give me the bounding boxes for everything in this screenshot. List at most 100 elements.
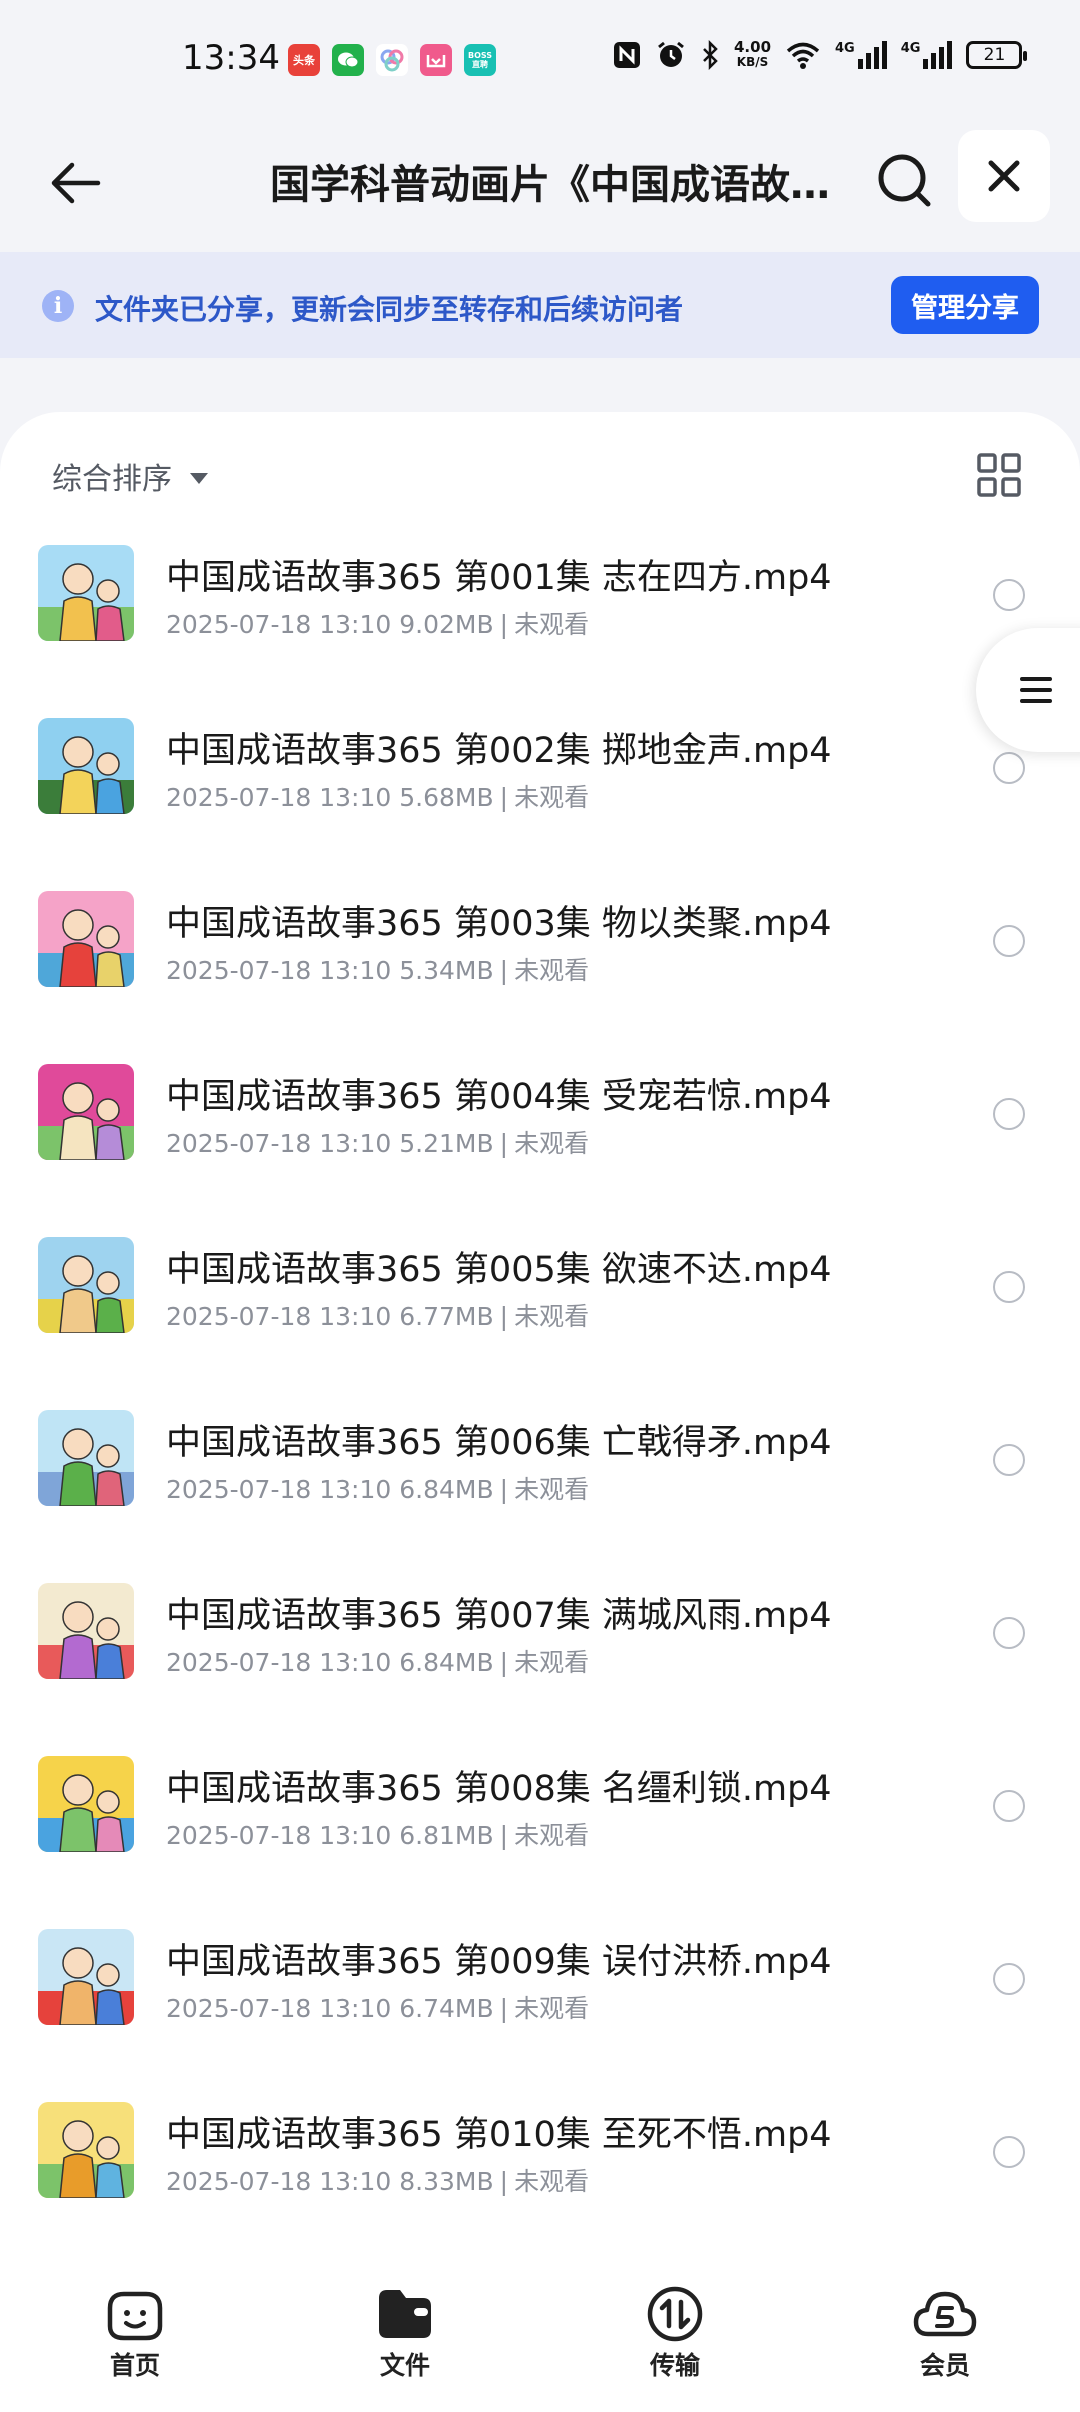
- file-size: 8.33MB: [399, 2167, 494, 2196]
- file-row[interactable]: 中国成语故事365 第004集 受宠若惊.mp4 2025-07-18 13:10…: [0, 1064, 1080, 1237]
- grid-view-button[interactable]: [976, 452, 1022, 498]
- file-name: 中国成语故事365 第007集 满城风雨.mp4: [166, 1596, 832, 1636]
- vip-cloud-icon: [913, 2291, 977, 2337]
- manage-share-button[interactable]: 管理分享: [891, 276, 1039, 334]
- close-button[interactable]: [958, 130, 1050, 222]
- watch-status: 未观看: [514, 783, 590, 812]
- meta-divider: |: [499, 1648, 509, 1677]
- select-checkbox[interactable]: [993, 1790, 1025, 1822]
- select-checkbox[interactable]: [993, 752, 1025, 784]
- file-name: 中国成语故事365 第009集 误付洪桥.mp4: [166, 1942, 832, 1982]
- file-date: 2025-07-18 13:10: [166, 1302, 392, 1331]
- nav-label-vip: 会员: [919, 2351, 970, 2380]
- share-banner: i 文件夹已分享，更新会同步至转存和后续访问者 管理分享: [0, 252, 1080, 358]
- transfer-icon: [647, 2286, 703, 2342]
- nav-item-transfer[interactable]: 传输: [540, 2272, 810, 2412]
- file-size: 6.84MB: [399, 1475, 494, 1504]
- meta-divider: |: [499, 783, 509, 812]
- select-checkbox[interactable]: [993, 579, 1025, 611]
- file-meta: 2025-07-18 13:10 5.68MB | 未观看: [166, 778, 589, 814]
- back-button[interactable]: [40, 148, 110, 218]
- file-row[interactable]: 中国成语故事365 第001集 志在四方.mp4 2025-07-18 13:10…: [0, 545, 1080, 718]
- wifi-icon: [786, 42, 820, 69]
- status-indicators: 4.00 KB/S 4G 4G 21: [612, 38, 1028, 70]
- status-bar: 13:34 头条 BOSS直聘 4.00 KB/S 4G 4G 21: [0, 0, 1080, 120]
- select-checkbox[interactable]: [993, 1963, 1025, 1995]
- watch-status: 未观看: [514, 1129, 590, 1158]
- file-date: 2025-07-18 13:10: [166, 1475, 392, 1504]
- caret-down-icon: [190, 472, 208, 484]
- video-thumbnail[interactable]: [38, 1064, 134, 1160]
- file-size: 5.34MB: [399, 956, 494, 985]
- file-meta: 2025-07-18 13:10 6.74MB | 未观看: [166, 1989, 589, 2025]
- file-size: 5.21MB: [399, 1129, 494, 1158]
- video-thumbnail[interactable]: [38, 1410, 134, 1506]
- select-checkbox[interactable]: [993, 1098, 1025, 1130]
- file-row[interactable]: 中国成语故事365 第007集 满城风雨.mp4 2025-07-18 13:10…: [0, 1583, 1080, 1756]
- watch-status: 未观看: [514, 1994, 590, 2023]
- file-row[interactable]: 中国成语故事365 第009集 误付洪桥.mp4 2025-07-18 13:10…: [0, 1929, 1080, 2102]
- file-name: 中国成语故事365 第002集 掷地金声.mp4: [166, 731, 832, 771]
- file-row[interactable]: 中国成语故事365 第005集 欲速不达.mp4 2025-07-18 13:10…: [0, 1237, 1080, 1410]
- select-checkbox[interactable]: [993, 2136, 1025, 2168]
- file-date: 2025-07-18 13:10: [166, 610, 392, 639]
- toutiao-app-icon: 头条: [288, 44, 320, 76]
- search-icon: [878, 154, 931, 207]
- watch-status: 未观看: [514, 2167, 590, 2196]
- select-checkbox[interactable]: [993, 925, 1025, 957]
- net-speed-value: 4.00: [734, 38, 772, 56]
- video-thumbnail[interactable]: [38, 718, 134, 814]
- select-checkbox[interactable]: [993, 1271, 1025, 1303]
- meta-divider: |: [499, 2167, 509, 2196]
- file-name: 中国成语故事365 第005集 欲速不达.mp4: [166, 1250, 832, 1290]
- file-date: 2025-07-18 13:10: [166, 1648, 392, 1677]
- alarm-icon: [658, 41, 684, 67]
- meta-divider: |: [499, 1475, 509, 1504]
- file-list-card: 综合排序 中国成语故事365 第001集 志在四方.mp4 2025-07-18 …: [0, 412, 1080, 2272]
- file-name: 中国成语故事365 第004集 受宠若惊.mp4: [166, 1077, 832, 1117]
- file-row[interactable]: 中国成语故事365 第002集 掷地金声.mp4 2025-07-18 13:10…: [0, 718, 1080, 891]
- file-row[interactable]: 中国成语故事365 第003集 物以类聚.mp4 2025-07-18 13:10…: [0, 891, 1080, 1064]
- file-name: 中国成语故事365 第003集 物以类聚.mp4: [166, 904, 832, 944]
- arrow-left-icon: [51, 162, 101, 204]
- file-row[interactable]: 中国成语故事365 第008集 名缰利锁.mp4 2025-07-18 13:10…: [0, 1756, 1080, 1929]
- file-name: 中国成语故事365 第010集 至死不悟.mp4: [166, 2115, 832, 2155]
- meta-divider: |: [499, 1129, 509, 1158]
- file-row[interactable]: 中国成语故事365 第010集 至死不悟.mp4 2025-07-18 13:10…: [0, 2102, 1080, 2275]
- menu-lines-icon: [1020, 677, 1052, 703]
- watch-status: 未观看: [514, 1475, 590, 1504]
- sort-dropdown[interactable]: 综合排序: [52, 454, 208, 498]
- close-icon: [988, 160, 1020, 192]
- file-date: 2025-07-18 13:10: [166, 783, 392, 812]
- nav-item-files[interactable]: 文件: [270, 2272, 540, 2412]
- info-icon: i: [42, 290, 74, 322]
- file-list: 中国成语故事365 第001集 志在四方.mp4 2025-07-18 13:10…: [0, 545, 1080, 2275]
- file-meta: 2025-07-18 13:10 5.34MB | 未观看: [166, 951, 589, 987]
- video-thumbnail[interactable]: [38, 1756, 134, 1852]
- video-thumbnail[interactable]: [38, 2102, 134, 2198]
- file-meta: 2025-07-18 13:10 8.33MB | 未观看: [166, 2162, 589, 2198]
- video-thumbnail[interactable]: [38, 891, 134, 987]
- video-thumbnail[interactable]: [38, 1583, 134, 1679]
- status-time: 13:34: [182, 38, 280, 78]
- bottom-nav: 首页 文件 传输 会员: [0, 2272, 1080, 2412]
- video-thumbnail[interactable]: [38, 545, 134, 641]
- file-meta: 2025-07-18 13:10 6.84MB | 未观看: [166, 1470, 589, 1506]
- search-button[interactable]: [864, 140, 944, 220]
- nav-item-home[interactable]: 首页: [0, 2272, 270, 2412]
- file-size: 6.74MB: [399, 1994, 494, 2023]
- sort-label: 综合排序: [52, 462, 172, 497]
- file-meta: 2025-07-18 13:10 6.77MB | 未观看: [166, 1297, 589, 1333]
- nav-label-files: 文件: [379, 2351, 430, 2380]
- wechat-app-icon: [332, 44, 364, 76]
- file-size: 6.77MB: [399, 1302, 494, 1331]
- nav-item-vip[interactable]: 会员: [810, 2272, 1080, 2412]
- video-thumbnail[interactable]: [38, 1237, 134, 1333]
- file-date: 2025-07-18 13:10: [166, 1994, 392, 2023]
- select-checkbox[interactable]: [993, 1444, 1025, 1476]
- video-thumbnail[interactable]: [38, 1929, 134, 2025]
- select-checkbox[interactable]: [993, 1617, 1025, 1649]
- file-date: 2025-07-18 13:10: [166, 1129, 392, 1158]
- file-row[interactable]: 中国成语故事365 第006集 亡戟得矛.mp4 2025-07-18 13:10…: [0, 1410, 1080, 1583]
- header: 国学科普动画片《中国成语故事365》: [0, 120, 1080, 252]
